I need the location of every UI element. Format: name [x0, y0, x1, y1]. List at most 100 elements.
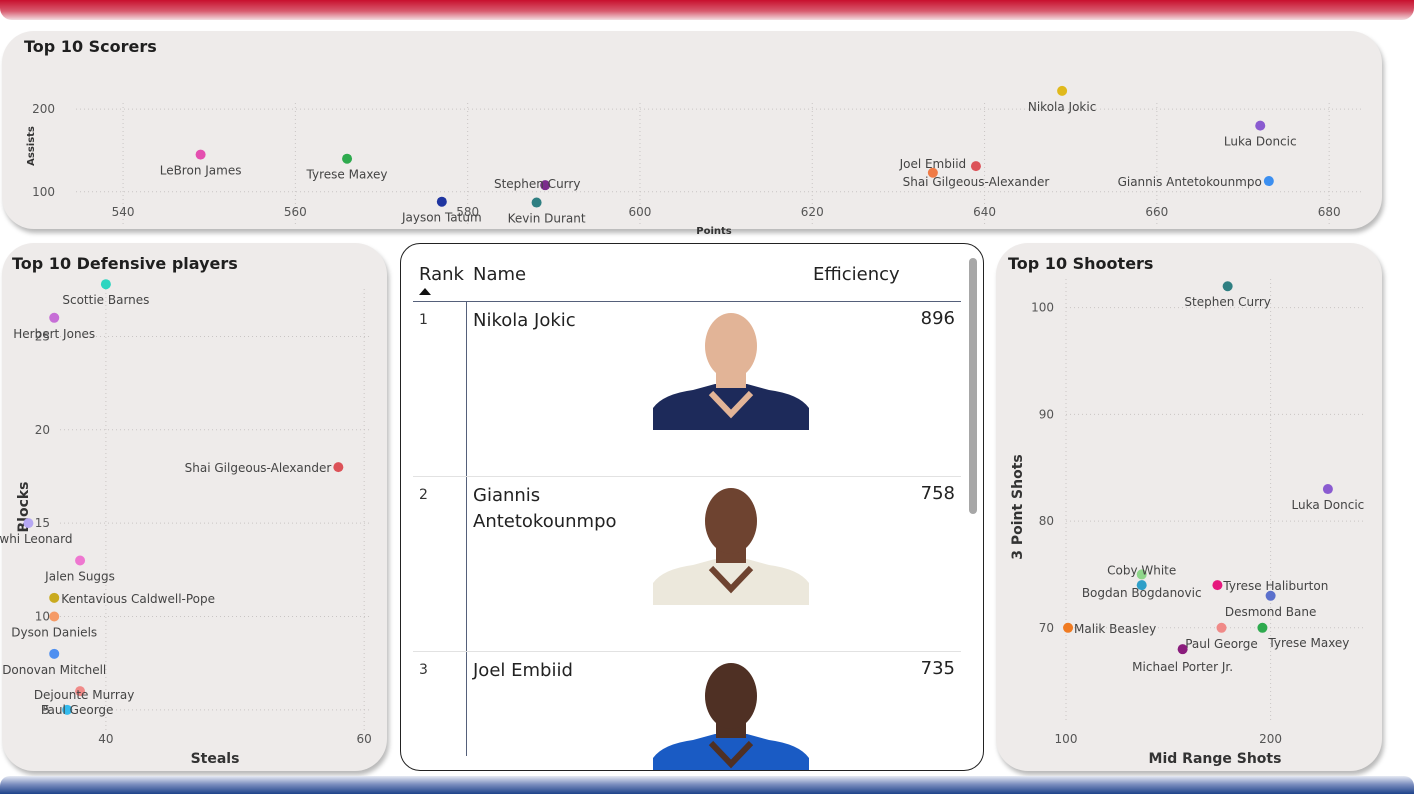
scorers-point-label: Shai Gilgeous-Alexander	[903, 175, 1050, 189]
scorers-xlabel: Points	[696, 226, 732, 237]
defensive-point-label: Dejounte Murray	[34, 688, 134, 702]
scorers-point[interactable]	[531, 197, 542, 208]
scorers-point[interactable]	[436, 196, 447, 207]
defensive-point[interactable]	[75, 555, 86, 566]
shooters-xlabel: Mid Range Shots	[1149, 751, 1282, 767]
scorers-x-tick: 620	[801, 205, 824, 219]
shooters-point-label: Desmond Bane	[1225, 605, 1317, 619]
shooters-card[interactable]: Top 10 Shooters 3 Point Shots Mid Range …	[996, 243, 1382, 771]
scorers-point-label: Nikola Jokic	[1028, 100, 1096, 114]
shooters-x-tick: 200	[1259, 732, 1282, 746]
shooters-chart[interactable]: 3 Point Shots Mid Range Shots 100 200 70 80…	[996, 243, 1382, 771]
shooters-y-tick: 90	[1039, 407, 1054, 421]
rank-cell: 3	[419, 662, 428, 678]
shooters-point-label: Paul George	[1185, 637, 1258, 651]
name-cell: Nikola Jokic	[473, 310, 576, 331]
scorers-point[interactable]	[342, 153, 353, 164]
bottom-banner	[0, 776, 1414, 794]
scorers-ylabel: Assists	[26, 126, 37, 166]
defensive-point-label: Herbert Jones	[13, 327, 95, 341]
scorers-x-tick: 640	[973, 205, 996, 219]
shooters-point-label: Tyrese Haliburton	[1222, 579, 1328, 593]
scorers-y-tick: 100	[32, 185, 55, 199]
defensive-point-label: Kawhi Leonard	[0, 532, 72, 546]
scorers-point-label: Luka Doncic	[1224, 135, 1297, 149]
scorers-point[interactable]	[195, 149, 206, 160]
scorers-point-label: Tyrese Maxey	[306, 168, 388, 182]
defensive-card[interactable]: Top 10 Defensive players Blocks Steals 4…	[0, 243, 387, 771]
defensive-point-label: Shai Gilgeous-Alexander	[185, 461, 332, 475]
shooters-point-label: Michael Porter Jr.	[1132, 660, 1233, 674]
scorers-point-label: Stephen Curry	[494, 177, 580, 191]
player-photo	[653, 488, 809, 605]
shooters-point[interactable]	[1222, 281, 1233, 292]
defensive-point[interactable]	[100, 279, 111, 290]
shooters-point[interactable]	[1063, 622, 1074, 633]
shooters-point[interactable]	[1212, 580, 1223, 591]
defensive-point-label: Jalen Suggs	[44, 569, 115, 583]
shooters-point-label: Luka Doncic	[1292, 498, 1365, 512]
defensive-xlabel: Steals	[191, 751, 240, 767]
scorers-point-label: Joel Embiid	[899, 157, 967, 171]
defensive-point[interactable]	[49, 611, 60, 622]
scorers-point[interactable]	[1263, 176, 1274, 187]
column-header-rank[interactable]: Rank	[419, 264, 464, 285]
efficiency-cell: 896	[920, 308, 955, 329]
shooters-y-tick: 70	[1039, 621, 1054, 635]
scorers-chart[interactable]: Assists Points 540 560 580 600 620 640 660 6801…	[2, 31, 1382, 241]
shooters-point[interactable]	[1177, 644, 1188, 655]
defensive-y-tick: 10	[35, 609, 50, 623]
defensive-point[interactable]	[333, 462, 344, 473]
scorers-x-tick: 680	[1318, 205, 1341, 219]
efficiency-cell: 735	[920, 658, 955, 679]
efficiency-table[interactable]: Rank Name Efficiency 1 Nikola Jokic 896 2 Gi…	[400, 243, 984, 771]
shooters-point[interactable]	[1216, 622, 1227, 633]
defensive-point[interactable]	[49, 648, 60, 659]
scorers-card[interactable]: Top 10 Scorers Assists Points 540 560 580 6…	[2, 31, 1382, 237]
scorers-y-tick: 200	[32, 102, 55, 116]
name-cell: Giannis Antetokounmpo	[473, 485, 617, 532]
shooters-point[interactable]	[1265, 590, 1276, 601]
scorers-point[interactable]	[1255, 120, 1266, 131]
scorers-x-tick: 560	[284, 205, 307, 219]
top-banner	[0, 0, 1414, 20]
defensive-point[interactable]	[49, 312, 60, 323]
shooters-point-label: Stephen Curry	[1184, 295, 1270, 309]
defensive-chart[interactable]: Blocks Steals 40 60510152025Scottie Barne…	[0, 243, 387, 771]
scorers-point[interactable]	[970, 161, 981, 172]
table-row[interactable]: 3 Joel Embiid 735	[413, 652, 961, 770]
table-row[interactable]: 1 Nikola Jokic 896	[413, 302, 961, 477]
defensive-point-label: Dyson Daniels	[11, 625, 97, 639]
table-scrollbar[interactable]	[969, 258, 977, 514]
defensive-y-tick: 15	[35, 516, 50, 530]
shooters-point[interactable]	[1322, 484, 1333, 495]
name-cell: Joel Embiid	[473, 660, 573, 681]
sort-ascending-icon[interactable]	[419, 288, 431, 295]
defensive-point-label: Scottie Barnes	[62, 293, 149, 307]
shooters-point-label: Coby White	[1107, 563, 1176, 577]
shooters-point[interactable]	[1257, 622, 1268, 633]
column-header-efficiency[interactable]: Efficiency	[813, 264, 900, 285]
player-photo	[653, 663, 809, 770]
defensive-x-tick: 40	[98, 732, 113, 746]
rank-cell: 1	[419, 312, 428, 328]
scorers-point-label: Jayson Tatum	[401, 211, 482, 225]
table-row[interactable]: 2 Giannis Antetokounmpo 758	[413, 477, 961, 652]
defensive-point-label: Paul George	[41, 703, 114, 717]
defensive-point[interactable]	[23, 518, 34, 529]
scorers-point-label: LeBron James	[160, 164, 242, 178]
shooters-ylabel: 3 Point Shots	[1010, 454, 1026, 560]
dashboard: Top 10 Scorers Assists Points 540 560 580 6…	[0, 0, 1414, 794]
column-header-name[interactable]: Name	[473, 264, 526, 285]
rank-cell: 2	[419, 487, 428, 503]
defensive-point[interactable]	[49, 592, 60, 603]
defensive-y-tick: 20	[35, 423, 50, 437]
shooters-point-label: Bogdan Bogdanovic	[1082, 586, 1202, 600]
scorers-x-tick: 540	[112, 205, 135, 219]
shooters-y-tick: 80	[1039, 514, 1054, 528]
scorers-x-tick: 660	[1145, 205, 1168, 219]
defensive-point-label: Kentavious Caldwell-Pope	[61, 592, 215, 606]
shooters-x-tick: 100	[1055, 732, 1078, 746]
scorers-point[interactable]	[1057, 85, 1068, 96]
shooters-point-label: Tyrese Maxey	[1267, 636, 1349, 650]
